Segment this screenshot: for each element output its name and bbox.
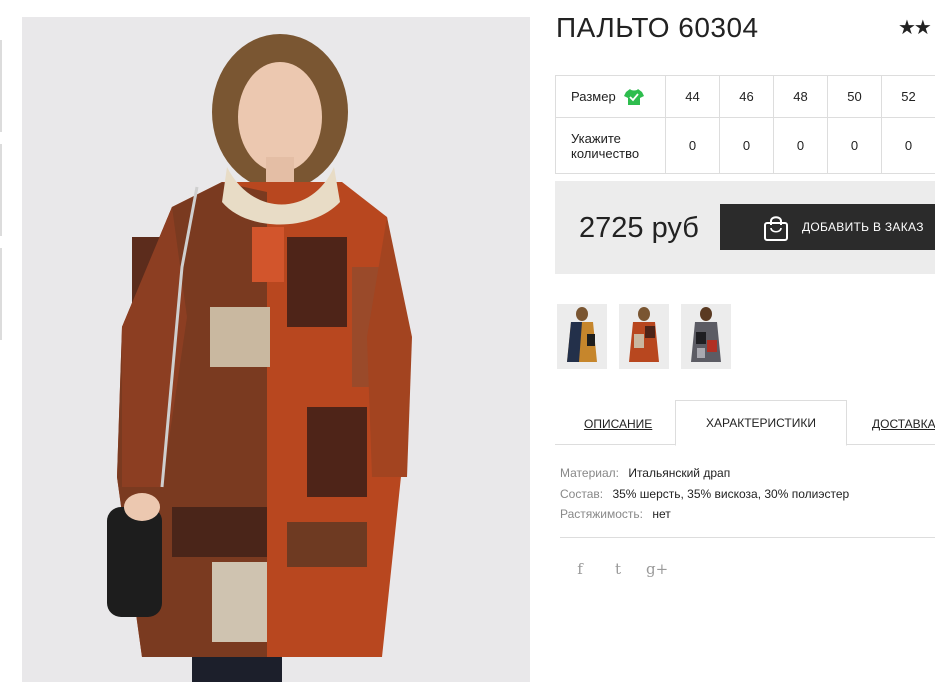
- spec-row-material: Материал: Итальянский драп: [560, 463, 849, 484]
- product-title: ПАЛЬТО 60304: [556, 12, 759, 43]
- thumbnail-1[interactable]: [557, 304, 607, 369]
- size-table: Размер 44 46 48 50 52 Укажите количество…: [555, 75, 935, 174]
- twitter-icon[interactable]: t: [608, 560, 628, 578]
- quantity-input-52[interactable]: 0: [881, 117, 935, 174]
- rating-stars[interactable]: ★★: [898, 15, 932, 40]
- edge-marker: [0, 144, 2, 236]
- specs-list: Материал: Итальянский драп Состав: 35% ш…: [560, 463, 849, 525]
- shopping-bag-icon: [764, 216, 788, 241]
- size-cell-50[interactable]: 50: [827, 75, 882, 118]
- add-to-order-button[interactable]: ДОБАВИТЬ В ЗАКАЗ: [720, 204, 935, 250]
- spec-value: Итальянский драп: [628, 466, 731, 480]
- spec-key: Материал:: [560, 466, 619, 480]
- size-cell-48[interactable]: 48: [773, 75, 828, 118]
- social-share: f t g+: [570, 560, 668, 578]
- size-label-cell: Размер: [555, 75, 666, 118]
- main-product-photo[interactable]: [22, 17, 530, 682]
- quantity-input-44[interactable]: 0: [665, 117, 720, 174]
- spec-value: 35% шерсть, 35% вискоза, 30% полиэстер: [612, 486, 850, 501]
- quantity-input-46[interactable]: 0: [719, 117, 774, 174]
- quantity-label: Укажите количество: [555, 117, 666, 174]
- left-edge-markers: [0, 40, 3, 350]
- divider: [560, 537, 935, 538]
- thumbnail-gallery: [557, 304, 731, 369]
- spec-key: Растяжимость:: [560, 507, 644, 521]
- size-chart-icon[interactable]: [623, 88, 644, 106]
- price-box: 2725 руб ДОБАВИТЬ В ЗАКАЗ: [555, 181, 935, 274]
- tab-characteristics[interactable]: ХАРАКТЕРИСТИКИ: [675, 400, 848, 446]
- coat-illustration: [22, 17, 530, 682]
- edge-marker: [0, 40, 2, 132]
- quantity-row: Укажите количество 0 0 0 0 0: [555, 117, 935, 174]
- size-cell-44[interactable]: 44: [665, 75, 720, 118]
- quantity-input-48[interactable]: 0: [773, 117, 828, 174]
- tab-description[interactable]: ОПИСАНИЕ: [584, 402, 652, 447]
- size-cell-46[interactable]: 46: [719, 75, 774, 118]
- size-row: Размер 44 46 48 50 52: [555, 75, 935, 118]
- thumbnail-2[interactable]: [619, 304, 669, 369]
- product-price: 2725 руб: [579, 212, 699, 244]
- tab-delivery[interactable]: ДОСТАВКА: [872, 402, 935, 447]
- edge-marker: [0, 248, 2, 340]
- size-label: Размер: [571, 89, 616, 104]
- size-cell-52[interactable]: 52: [881, 75, 935, 118]
- spec-key: Состав:: [560, 486, 604, 501]
- spec-row-stretch: Растяжимость: нет: [560, 504, 849, 525]
- spec-row-composition: Состав: 35% шерсть, 35% вискоза, 30% пол…: [560, 484, 849, 505]
- product-tabs: ОПИСАНИЕ ХАРАКТЕРИСТИКИ ДОСТАВКА: [555, 400, 935, 447]
- googleplus-icon[interactable]: g+: [646, 560, 668, 578]
- thumbnail-3[interactable]: [681, 304, 731, 369]
- spec-value: нет: [652, 507, 671, 521]
- quantity-input-50[interactable]: 0: [827, 117, 882, 174]
- facebook-icon[interactable]: f: [570, 560, 590, 578]
- add-to-order-label: ДОБАВИТЬ В ЗАКАЗ: [802, 220, 924, 234]
